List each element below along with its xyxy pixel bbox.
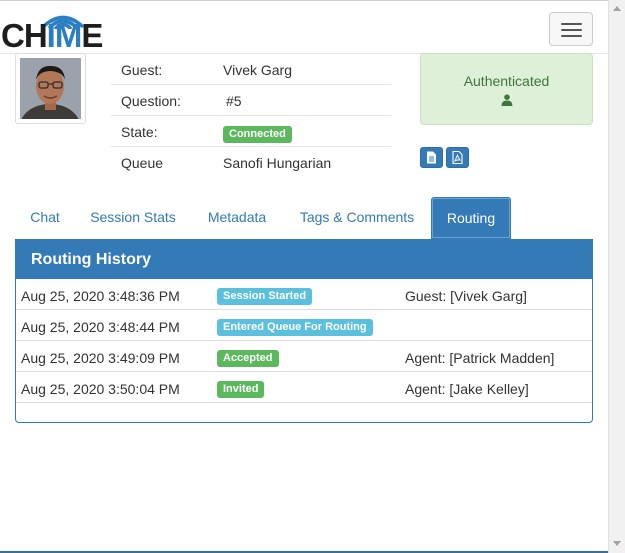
tab-routing[interactable]: Routing bbox=[431, 197, 511, 239]
logo-text-accent: IM bbox=[46, 17, 83, 54]
session-tabs: Chat Session Stats Metadata Tags & Comme… bbox=[15, 197, 593, 239]
table-row: Aug 25, 2020 3:49:09 PM Accepted Agent: … bbox=[16, 341, 592, 372]
tab-tags-comments[interactable]: Tags & Comments bbox=[285, 197, 429, 238]
tab-metadata[interactable]: Metadata bbox=[191, 197, 283, 238]
table-row: Aug 25, 2020 3:48:44 PM Entered Queue Fo… bbox=[16, 310, 592, 341]
routing-time: Aug 25, 2020 3:50:04 PM bbox=[21, 381, 180, 397]
guest-value: Vivek Garg bbox=[223, 62, 292, 78]
file-pdf-icon bbox=[452, 151, 463, 164]
routing-time: Aug 25, 2020 3:49:09 PM bbox=[21, 350, 180, 366]
scroll-up-arrow-icon[interactable] bbox=[613, 6, 621, 11]
guest-row: Guest: Vivek Garg bbox=[111, 54, 391, 85]
page: CHIME Guest: Vivek Garg Question: #5 Sta… bbox=[0, 0, 625, 553]
authenticated-text: Authenticated bbox=[463, 73, 550, 89]
logo-text-dark: CH bbox=[1, 17, 48, 54]
state-row: State: Connected bbox=[111, 116, 391, 147]
chime-logo[interactable]: CHIME bbox=[0, 9, 104, 53]
hamburger-menu-icon bbox=[561, 23, 582, 25]
routing-detail: Agent: [Patrick Madden] bbox=[405, 350, 555, 366]
question-row: Question: #5 bbox=[111, 85, 391, 116]
question-label: Question: bbox=[121, 93, 181, 109]
file-text-icon bbox=[427, 151, 436, 164]
user-icon bbox=[501, 94, 513, 106]
state-label: State: bbox=[121, 124, 158, 140]
logo-text-end: E bbox=[81, 17, 103, 54]
routing-event-badge: Entered Queue For Routing bbox=[217, 319, 373, 336]
routing-detail: Agent: [Jake Kelley] bbox=[405, 381, 529, 397]
guest-label: Guest: bbox=[121, 62, 163, 78]
queue-value: Sanofi Hungarian bbox=[223, 155, 332, 171]
navbar: CHIME bbox=[0, 1, 608, 54]
logo-wordmark: CHIME bbox=[1, 19, 103, 52]
export-transcript-button[interactable] bbox=[420, 147, 443, 168]
state-badge: Connected bbox=[223, 126, 292, 143]
tab-chat[interactable]: Chat bbox=[15, 197, 75, 238]
table-row: Aug 25, 2020 3:48:36 PM Session Started … bbox=[16, 279, 592, 310]
tab-session-stats[interactable]: Session Stats bbox=[77, 197, 189, 238]
hamburger-menu-button[interactable] bbox=[549, 12, 593, 46]
queue-row: Queue Sanofi Hungarian bbox=[111, 147, 391, 178]
hamburger-line bbox=[561, 35, 582, 37]
export-pdf-button[interactable] bbox=[446, 147, 469, 168]
routing-history-title: Routing History bbox=[16, 240, 592, 279]
routing-event-badge: Accepted bbox=[217, 350, 279, 367]
routing-time: Aug 25, 2020 3:48:36 PM bbox=[21, 288, 180, 304]
hamburger-line bbox=[561, 29, 582, 31]
routing-event-badge: Invited bbox=[217, 381, 265, 398]
authenticated-status-box: Authenticated bbox=[420, 53, 593, 125]
routing-detail: Guest: [Vivek Garg] bbox=[405, 288, 527, 304]
vertical-scrollbar[interactable] bbox=[608, 0, 625, 553]
guest-avatar bbox=[15, 53, 86, 124]
session-info-table: Guest: Vivek Garg Question: #5 State: Co… bbox=[111, 54, 391, 178]
queue-label: Queue bbox=[121, 155, 164, 171]
routing-time: Aug 25, 2020 3:48:44 PM bbox=[21, 319, 180, 335]
routing-event-badge: Session Started bbox=[217, 288, 313, 305]
question-value: #5 bbox=[226, 93, 242, 109]
routing-history-panel: Routing History Aug 25, 2020 3:48:36 PM … bbox=[15, 239, 593, 423]
table-row: Aug 25, 2020 3:50:04 PM Invited Agent: [… bbox=[16, 372, 592, 403]
scroll-down-arrow-icon[interactable] bbox=[613, 541, 621, 546]
